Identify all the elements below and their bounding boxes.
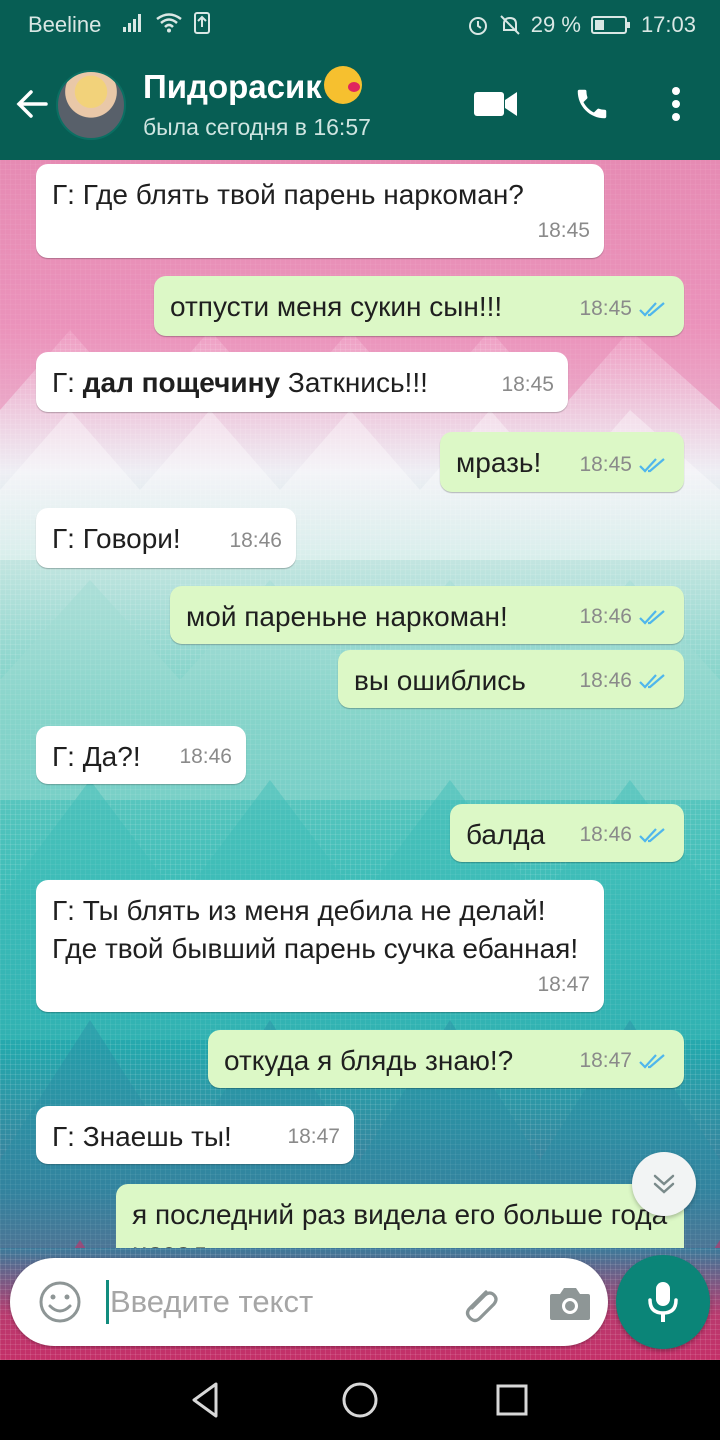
voice-call-button[interactable] [568,80,616,128]
last-seen-status: была сегодня в 16:57 [143,114,371,140]
battery-icon [590,16,630,34]
message-outgoing[interactable]: мой пареньне наркоман! 18:46 [170,586,684,644]
message-prefix: Г: [52,367,83,398]
mute-bell-icon [500,15,520,35]
message-time: 18:47 [287,1125,340,1148]
nav-recents-icon[interactable] [490,1378,534,1422]
message-incoming[interactable]: Г: Говори! 18:46 [36,508,296,568]
phone-icon [577,89,607,119]
message-input[interactable] [110,1276,430,1328]
signal-icon [123,14,141,32]
read-ticks-icon [639,828,665,843]
video-call-icon [474,92,517,116]
message-rest: Заткнись!!! [280,367,428,398]
message-outgoing[interactable]: откуда я блядь знаю!? 18:47 [208,1030,684,1088]
message-time: 18:46 [579,669,632,692]
message-time: 18:45 [537,219,590,242]
message-time: 18:46 [229,529,282,552]
chat-header: Пидорасик была сегодня в 16:57 [0,50,720,160]
message-outgoing[interactable]: вы ошиблись 18:46 [338,650,684,708]
message-time: 18:45 [579,297,632,320]
read-ticks-icon [639,302,665,317]
contact-name[interactable]: Пидорасик [143,66,362,106]
wifi-icon [156,13,182,33]
message-outgoing[interactable]: отпусти меня сукин сын!!! 18:45 [154,276,684,336]
signal-wifi-group [122,12,210,34]
more-vert-icon [672,87,680,121]
camera-icon[interactable] [546,1280,594,1328]
message-time: 18:46 [579,823,632,846]
message-time: 18:46 [179,745,232,768]
message-time: 18:45 [579,453,632,476]
message-time: 18:45 [501,373,554,396]
scroll-down-icon [653,1174,675,1194]
status-right-group: 29 % 17:03 [467,12,696,38]
message-text: Г: Ты блять из меня дебила не делай! Где… [52,895,579,964]
message-outgoing[interactable]: балда 18:46 [450,804,684,862]
message-time: 18:47 [579,1049,632,1072]
message-composer [10,1258,608,1346]
message-time: 18:47 [537,973,590,996]
nav-home-icon[interactable] [338,1378,382,1422]
alarm-icon [468,17,487,35]
message-time: 18:46 [579,605,632,628]
message-bold-action: дал пощечину [82,367,281,398]
data-transfer-icon [194,12,210,34]
carrier-label: Beeline [28,12,102,37]
message-incoming[interactable]: Г: Ты блять из меня дебила не делай! Где… [36,880,604,1012]
battery-percent: 29 % [530,12,581,37]
status-bar: Beeline 29 % 17:03 [0,0,720,50]
back-arrow-icon[interactable] [14,86,50,122]
message-incoming[interactable]: Г: дал пощечину Заткнись!!! 18:45 [36,352,568,412]
emoji-icon[interactable] [38,1280,82,1324]
clock: 17:03 [640,12,696,37]
scroll-to-bottom-button[interactable] [632,1152,696,1216]
message-text: Г: Где блять твой парень наркоман? [52,179,524,210]
message-incoming[interactable]: Г: Знаешь ты! 18:47 [36,1106,354,1164]
message-incoming[interactable]: Г: Да?! 18:46 [36,726,246,784]
contact-avatar[interactable] [56,70,126,140]
message-text: Г: дал пощечину Заткнись!!! [52,364,552,402]
kiss-emoji-icon [323,66,362,104]
read-ticks-icon [639,458,665,473]
read-ticks-icon [639,674,665,689]
system-nav-bar [0,1360,720,1440]
video-call-button[interactable] [472,80,520,128]
mic-icon [648,1282,678,1322]
read-ticks-icon [639,1054,665,1069]
read-ticks-icon [639,610,665,625]
attach-icon[interactable] [456,1280,504,1328]
message-incoming[interactable]: Г: Где блять твой парень наркоман? 18:45 [36,164,604,258]
nav-back-icon[interactable] [184,1378,228,1422]
voice-record-button[interactable] [616,1255,710,1349]
contact-name-text: Пидорасик [143,68,322,105]
message-outgoing[interactable]: мразь! 18:45 [440,432,684,492]
chat-area[interactable]: Г: Где блять твой парень наркоман? 18:45… [0,160,720,1360]
more-options-button[interactable] [652,80,700,128]
text-caret [106,1280,109,1324]
